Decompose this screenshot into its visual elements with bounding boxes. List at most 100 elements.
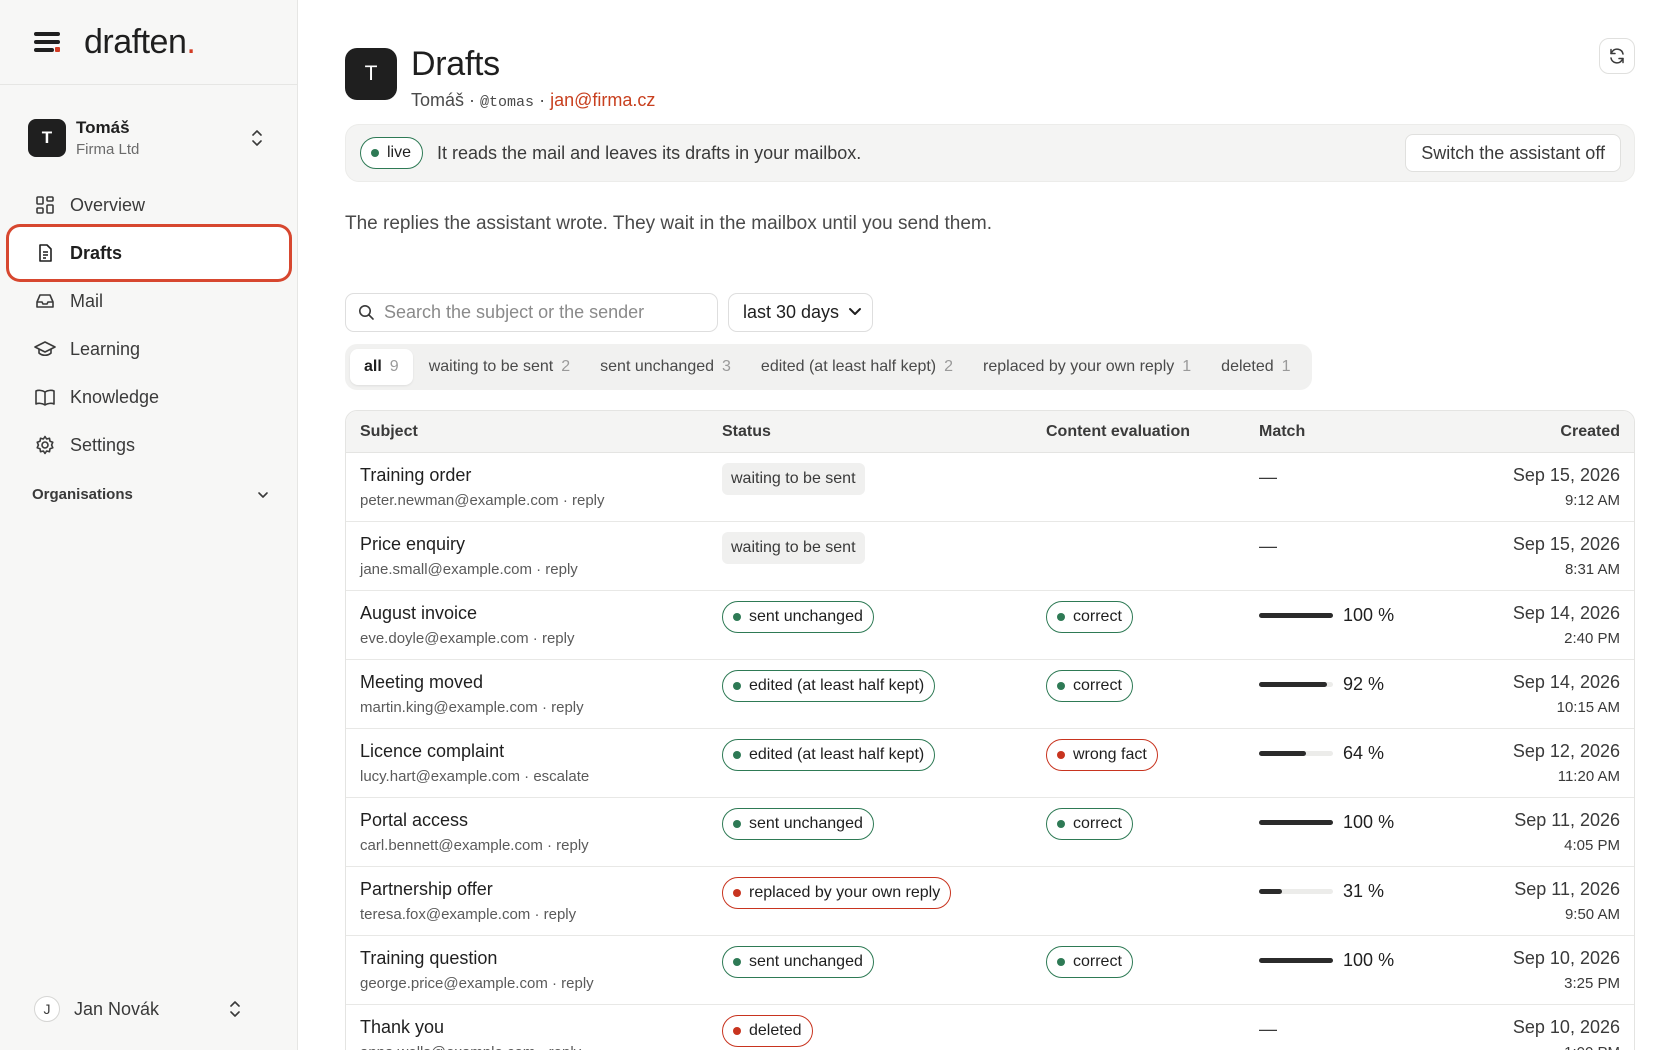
- draft-sender: peter.newman@example.com · reply: [360, 492, 605, 509]
- draft-sender: george.price@example.com · reply: [360, 975, 594, 992]
- sidebar-item-settings[interactable]: Settings: [12, 422, 286, 468]
- filter-tab[interactable]: sent unchanged 3: [586, 349, 745, 385]
- draft-subject[interactable]: Portal access: [360, 810, 589, 831]
- draft-sender: jane.small@example.com · reply: [360, 561, 578, 578]
- column-subject[interactable]: Subject: [360, 423, 418, 441]
- table-row[interactable]: Licence complaint lucy.hart@example.com ·…: [346, 729, 1634, 798]
- table-row[interactable]: Training order peter.newman@example.com ·…: [346, 453, 1634, 522]
- mailbox-handle: @tomas: [480, 94, 535, 111]
- sidebar-item-label: Settings: [70, 434, 136, 455]
- switch-assistant-off-button[interactable]: Switch the assistant off: [1405, 134, 1621, 172]
- app-logo[interactable]: draften.: [84, 23, 196, 62]
- sidebar-item-drafts[interactable]: Drafts: [12, 230, 286, 276]
- sidebar-item-mail[interactable]: Mail: [12, 278, 286, 324]
- filter-tab[interactable]: deleted 1: [1207, 349, 1304, 385]
- column-created[interactable]: Created: [1560, 423, 1620, 441]
- created-date: Sep 10, 2026: [1512, 1017, 1620, 1037]
- match-percent: 100 %: [1343, 950, 1395, 970]
- account-avatar: T: [28, 119, 66, 157]
- match-percent: 92 %: [1343, 674, 1385, 694]
- draft-subject[interactable]: Thank you: [360, 1017, 581, 1038]
- evaluation-cell: wrong fact: [1046, 739, 1158, 771]
- sidebar-header: draften.: [0, 0, 297, 85]
- subject-cell: Training question george.price@example.co…: [360, 948, 594, 992]
- organisations-label: Organisations: [32, 486, 133, 503]
- evaluation-badge: correct: [1046, 946, 1133, 978]
- filter-count: 2: [561, 358, 571, 375]
- filter-label: sent unchanged: [600, 358, 715, 375]
- match-bar-fill: [1259, 958, 1333, 963]
- organisations-toggle[interactable]: Organisations: [32, 486, 270, 503]
- draft-subject[interactable]: Partnership offer: [360, 879, 576, 900]
- date-range-select[interactable]: last 30 days: [728, 293, 873, 332]
- evaluation-badge: wrong fact: [1046, 739, 1158, 771]
- filter-count: 1: [1182, 358, 1192, 375]
- column-status[interactable]: Status: [722, 423, 771, 441]
- subject-cell: Thank you anna.wells@example.com · reply: [360, 1017, 581, 1050]
- match-bar-fill: [1259, 751, 1307, 756]
- user-menu[interactable]: J Jan Novák: [34, 996, 272, 1022]
- draft-sender: eve.doyle@example.com · reply: [360, 630, 575, 647]
- table-row[interactable]: Training question george.price@example.co…: [346, 936, 1634, 1005]
- sidebar-item-learning[interactable]: Learning: [12, 326, 286, 372]
- table-body: Training order peter.newman@example.com ·…: [346, 453, 1634, 1050]
- subject-cell: Portal access carl.bennett@example.com · …: [360, 810, 589, 854]
- match-percent: 64 %: [1343, 743, 1385, 763]
- column-match[interactable]: Match: [1259, 423, 1305, 441]
- filter-label: deleted: [1221, 358, 1274, 375]
- draft-subject[interactable]: Training question: [360, 948, 594, 969]
- filter-tab[interactable]: edited (at least half kept) 2: [747, 349, 967, 385]
- match-empty: —: [1259, 1019, 1277, 1039]
- menu-icon[interactable]: [34, 32, 60, 52]
- table-header: Subject Status Content evaluation Match …: [346, 411, 1634, 453]
- account-company: Firma Ltd: [76, 141, 140, 158]
- draft-subject[interactable]: Licence complaint: [360, 741, 589, 762]
- filter-tab[interactable]: waiting to be sent 2: [415, 349, 584, 385]
- status-cell: waiting to be sent: [722, 463, 865, 495]
- mailbox-email[interactable]: jan@firma.cz: [550, 90, 655, 110]
- created-time: 10:15 AM: [1556, 699, 1620, 716]
- account-name: Tomáš: [76, 118, 130, 137]
- draft-sender: martin.king@example.com · reply: [360, 699, 584, 716]
- evaluation-cell: correct: [1046, 670, 1133, 702]
- search-field[interactable]: [345, 293, 718, 332]
- table-row[interactable]: Price enquiry jane.small@example.com · re…: [346, 522, 1634, 591]
- draft-subject[interactable]: Training order: [360, 465, 605, 486]
- draft-sender: carl.bennett@example.com · reply: [360, 837, 589, 854]
- refresh-button[interactable]: [1599, 38, 1635, 74]
- subject-cell: Training order peter.newman@example.com ·…: [360, 465, 605, 509]
- evaluation-badge: correct: [1046, 808, 1133, 840]
- match-bar-fill: [1259, 613, 1333, 618]
- draft-subject[interactable]: Meeting moved: [360, 672, 584, 693]
- filter-tab[interactable]: replaced by your own reply 1: [969, 349, 1205, 385]
- status-cell: edited (at least half kept): [722, 670, 936, 702]
- table-row[interactable]: Meeting moved martin.king@example.com · r…: [346, 660, 1634, 729]
- match-bar: [1259, 958, 1333, 963]
- table-row[interactable]: August invoice eve.doyle@example.com · re…: [346, 591, 1634, 660]
- filter-count: 3: [722, 358, 731, 375]
- created-time: 1:00 PM: [1513, 1044, 1620, 1050]
- filter-tab[interactable]: all 9: [350, 349, 413, 385]
- draft-subject[interactable]: August invoice: [360, 603, 574, 624]
- match-cell: —: [1259, 1019, 1277, 1040]
- created-date: Sep 11, 2026: [1514, 810, 1620, 830]
- table-row[interactable]: Portal access carl.bennett@example.com · …: [346, 798, 1634, 867]
- column-evaluation[interactable]: Content evaluation: [1046, 423, 1190, 441]
- match-cell: 100 %: [1259, 605, 1394, 626]
- search-input[interactable]: [384, 302, 704, 323]
- draft-subject[interactable]: Price enquiry: [360, 534, 578, 555]
- table-row[interactable]: Thank you anna.wells@example.com · reply d…: [346, 1005, 1634, 1050]
- sidebar-item-overview[interactable]: Overview: [12, 182, 286, 228]
- table-row[interactable]: Partnership offer teresa.fox@example.com …: [346, 867, 1634, 936]
- status-cell: deleted: [722, 1015, 813, 1047]
- draft-sender: anna.wells@example.com · reply: [360, 1044, 581, 1050]
- account-switcher[interactable]: T Tomáš Firma Ltd: [28, 116, 270, 160]
- status-badge: live: [360, 137, 424, 169]
- graduation-cap-icon: [34, 338, 56, 360]
- subject-cell: Partnership offer teresa.fox@example.com …: [360, 879, 576, 923]
- status-badge: sent unchanged: [722, 946, 874, 978]
- sidebar-item-knowledge[interactable]: Knowledge: [12, 374, 286, 420]
- sidebar-item-label: Mail: [70, 290, 104, 311]
- match-bar: [1259, 613, 1333, 618]
- page-header: T Drafts Tomáš · @tomas · jan@firma.cz: [345, 45, 655, 111]
